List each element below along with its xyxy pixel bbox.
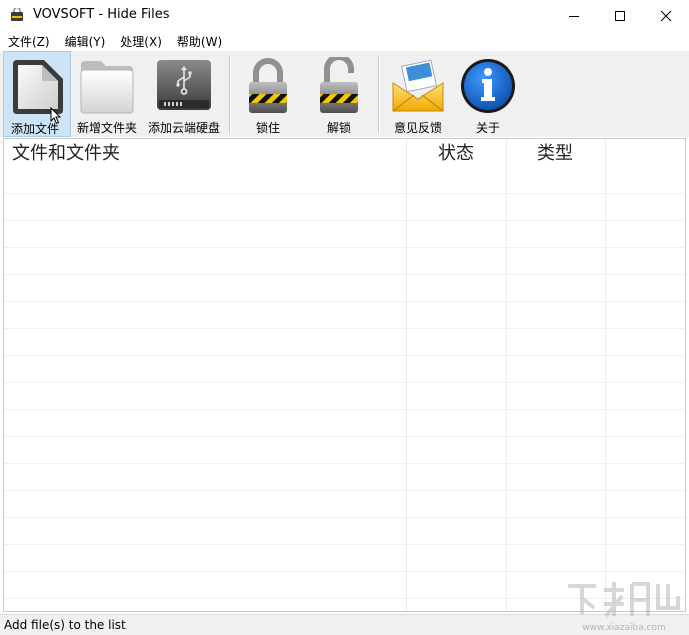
row-grid-line <box>4 193 685 194</box>
row-grid-line <box>4 301 685 302</box>
row-grid-line <box>4 328 685 329</box>
column-divider[interactable] <box>406 139 407 611</box>
window-title: VOVSOFT - Hide Files <box>33 7 170 22</box>
folder-icon <box>80 61 134 114</box>
add-cloud-drive-button[interactable]: 添加云端硬盘 <box>146 51 222 137</box>
close-icon <box>660 10 672 21</box>
menu-bar: 文件(Z) 编辑(Y) 处理(X) 帮助(W) <box>0 31 689 51</box>
row-grid-line <box>4 409 685 410</box>
menu-file[interactable]: 文件(Z) <box>0 31 57 51</box>
info-icon <box>461 59 515 113</box>
toolbar-separator <box>229 55 231 133</box>
menu-edit[interactable]: 编辑(Y) <box>57 31 113 51</box>
maximize-button[interactable] <box>597 0 643 31</box>
unlock-button[interactable]: 解锁 <box>307 51 371 137</box>
unlock-label: 解锁 <box>327 121 352 135</box>
feedback-button[interactable]: 意见反馈 <box>386 51 450 137</box>
feedback-label: 意见反馈 <box>394 121 443 135</box>
close-button[interactable] <box>643 0 689 31</box>
row-grid-line <box>4 382 685 383</box>
row-grid-line <box>4 355 685 356</box>
toolbar-separator <box>378 55 380 133</box>
menu-process[interactable]: 处理(X) <box>112 31 169 51</box>
add-file-button[interactable]: 添加文件 <box>3 51 71 137</box>
column-divider[interactable] <box>605 139 606 611</box>
column-header-files[interactable]: 文件和文件夹 <box>12 139 120 169</box>
column-divider[interactable] <box>506 139 507 611</box>
status-text: Add file(s) to the list <box>4 618 126 632</box>
add-cloud-drive-label: 添加云端硬盘 <box>148 121 221 135</box>
watermark-text: www.xiazaiba.com <box>582 623 666 633</box>
add-file-label: 添加文件 <box>11 122 60 136</box>
row-grid-line <box>4 571 685 572</box>
app-icon <box>11 8 23 21</box>
row-grid-line <box>4 463 685 464</box>
menu-help[interactable]: 帮助(W) <box>169 31 229 51</box>
column-header-status[interactable]: 状态 <box>438 139 474 169</box>
envelope-icon <box>392 59 444 112</box>
row-grid-line <box>4 274 685 275</box>
add-folder-label: 新增文件夹 <box>77 121 138 135</box>
add-folder-button[interactable]: 新增文件夹 <box>74 51 140 137</box>
column-header-type[interactable]: 类型 <box>537 139 573 169</box>
row-grid-line <box>4 544 685 545</box>
unlock-icon <box>320 57 358 113</box>
row-grid-line <box>4 490 685 491</box>
row-grid-line <box>4 436 685 437</box>
toolbar: 添加文件 新增文件夹 添加云端硬盘 锁住 解锁 意见反馈 关于 <box>0 51 689 137</box>
file-list[interactable]: 文件和文件夹 状态 类型 <box>3 138 686 612</box>
lock-button[interactable]: 锁住 <box>236 51 300 137</box>
about-label: 关于 <box>476 121 501 135</box>
minimize-button[interactable] <box>551 0 597 31</box>
about-button[interactable]: 关于 <box>456 51 520 137</box>
lock-label: 锁住 <box>256 121 281 135</box>
minimize-icon <box>569 15 579 17</box>
app-window: VOVSOFT - Hide Files 文件(Z) 编辑(Y) 处理(X) 帮… <box>0 0 689 635</box>
watermark-logo: www.xiazaiba.com <box>568 582 680 633</box>
lock-icon <box>249 58 287 113</box>
row-grid-line <box>4 517 685 518</box>
row-grid-line <box>4 220 685 221</box>
row-grid-line <box>4 247 685 248</box>
usb-drive-icon <box>157 60 211 110</box>
title-bar[interactable]: VOVSOFT - Hide Files <box>0 0 689 31</box>
maximize-icon <box>615 10 625 21</box>
